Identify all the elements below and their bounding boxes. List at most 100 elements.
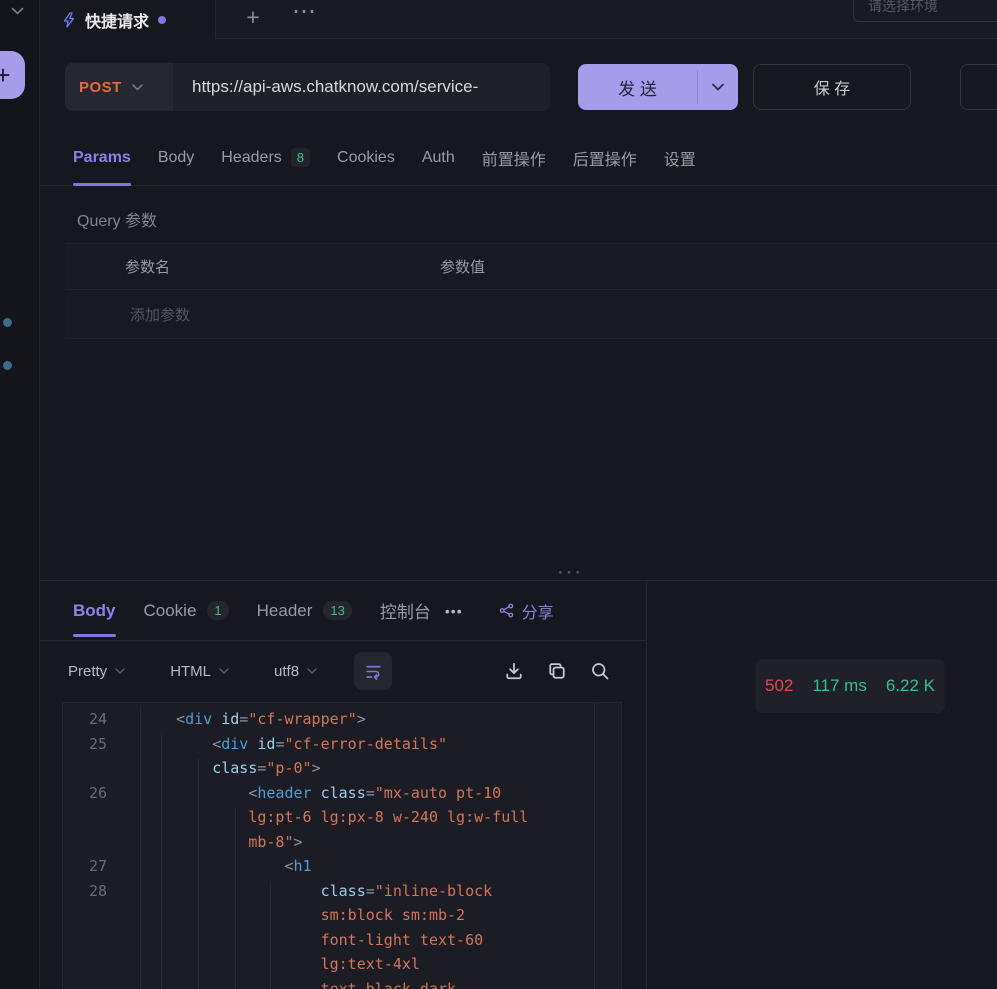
code-rows: 24 <div id="cf-wrapper">25 <div id="cf-e…: [63, 703, 621, 989]
method-label: POST: [79, 79, 122, 96]
code-text: class="p-0">: [141, 756, 321, 781]
code-text: <h1: [141, 854, 312, 879]
response-actions: [504, 661, 610, 681]
send-label: 发 送: [578, 64, 697, 110]
send-options-button[interactable]: [698, 64, 738, 110]
code-line: class="p-0">: [63, 756, 621, 781]
column-param-value: 参数值: [440, 256, 485, 277]
share-label: 分享: [522, 599, 554, 623]
share-button[interactable]: 分享: [499, 581, 554, 640]
encoding-dropdown[interactable]: utf8: [274, 663, 317, 680]
search-icon: [590, 661, 610, 681]
response-left-panel: Body Cookie1 Header 13 控制台 ••• 分享 Pretty HTML …: [40, 581, 646, 989]
save-button[interactable]: 保 存: [753, 64, 911, 110]
plus-icon: +: [0, 60, 11, 91]
response-area: Body Cookie1 Header 13 控制台 ••• 分享 Pretty HTML …: [40, 580, 997, 989]
tab-title: 快捷请求: [85, 8, 149, 32]
response-tab-Cookie[interactable]: Cookie1: [144, 581, 229, 640]
request-tab-Body[interactable]: Body: [158, 130, 194, 185]
share-icon: [499, 603, 514, 618]
count-badge: 1: [207, 601, 228, 620]
code-line: lg:text-4xl: [63, 952, 621, 977]
chevron-down-icon: [307, 668, 317, 674]
send-button[interactable]: 发 送: [578, 64, 738, 110]
code-text: lg:pt-6 lg:px-8 w-240 lg:w-full: [141, 805, 528, 830]
response-tab-Body[interactable]: Body: [73, 581, 116, 640]
tab-label: Headers: [221, 149, 281, 167]
environment-selector[interactable]: 请选择环境: [853, 0, 997, 22]
request-tab-后置操作[interactable]: 后置操作: [573, 130, 637, 185]
code-line: 25 <div id="cf-error-details": [63, 732, 621, 757]
query-section-title: Query 参数: [77, 207, 157, 231]
response-tabs-overflow-button[interactable]: •••: [445, 581, 463, 640]
tab-label: Body: [158, 149, 194, 167]
tab-label: 后置操作: [573, 146, 637, 170]
response-body-editor[interactable]: 24 <div id="cf-wrapper">25 <div id="cf-e…: [62, 702, 622, 989]
line-number: 27: [63, 854, 141, 879]
code-line: mb-8">: [63, 830, 621, 855]
collapse-chevron-icon[interactable]: [11, 7, 24, 15]
code-line: 24 <div id="cf-wrapper">: [63, 707, 621, 732]
download-button[interactable]: [504, 661, 524, 681]
response-tab-Header[interactable]: Header 13: [257, 581, 352, 640]
new-request-button[interactable]: +: [0, 51, 25, 99]
url-input[interactable]: https://api-aws.chatknow.com/service-: [173, 63, 550, 111]
request-url-group: POST https://api-aws.chatknow.com/servic…: [65, 63, 550, 111]
line-number: [63, 928, 141, 953]
request-tab-Auth[interactable]: Auth: [422, 130, 455, 185]
app-window: { "colors": { "accent_purple": "#8277e0"…: [0, 0, 997, 989]
tab-quick-request[interactable]: 快捷请求: [40, 0, 216, 39]
response-time: 117 ms: [812, 676, 867, 696]
code-line: font-light text-60: [63, 928, 621, 953]
code-text: <header class="mx-auto pt-10: [141, 781, 501, 806]
new-tab-button[interactable]: +: [238, 4, 268, 31]
encoding-label: utf8: [274, 663, 299, 680]
tab-label: Auth: [422, 149, 455, 167]
notification-dot: [3, 361, 12, 370]
request-tab-Headers[interactable]: Headers 8: [221, 130, 310, 185]
language-dropdown[interactable]: HTML: [170, 663, 229, 680]
save-as-button[interactable]: 保存为: [960, 64, 997, 110]
tab-label: 前置操作: [482, 146, 546, 170]
line-number: 24: [63, 707, 141, 732]
copy-button[interactable]: [547, 661, 567, 681]
left-rail: +: [0, 0, 40, 989]
search-button[interactable]: [590, 661, 610, 681]
language-label: HTML: [170, 663, 211, 680]
request-tab-Cookies[interactable]: Cookies: [337, 130, 395, 185]
lightning-icon: [61, 12, 76, 28]
code-text: mb-8">: [141, 830, 303, 855]
line-number: [63, 756, 141, 781]
format-dropdown[interactable]: Pretty: [68, 663, 125, 680]
request-tab-Params[interactable]: Params: [73, 130, 131, 185]
add-param-label: 添加参数: [130, 304, 190, 325]
column-param-name: 参数名: [65, 256, 440, 277]
tab-label: Header: [257, 601, 313, 621]
chevron-down-icon: [219, 668, 229, 674]
copy-icon: [547, 661, 567, 681]
request-tab-设置[interactable]: 设置: [664, 130, 696, 185]
method-dropdown[interactable]: POST: [65, 63, 173, 111]
response-status-pill: 502 117 ms 6.22 K: [755, 659, 945, 713]
add-param-row[interactable]: 添加参数: [65, 290, 997, 339]
tab-label: Params: [73, 149, 131, 167]
save-label: 保 存: [814, 75, 850, 99]
response-tab-控制台[interactable]: 控制台: [380, 581, 431, 640]
tab-overflow-button[interactable]: ⋯: [292, 0, 318, 26]
request-tabs: Params Body Headers 8 Cookies Auth 前置操作 后置操作 设置: [40, 130, 997, 186]
count-badge: 13: [323, 601, 351, 620]
query-params-table: 参数名 参数值 添加参数: [65, 243, 997, 339]
tab-label: 设置: [664, 146, 696, 170]
request-tab-前置操作[interactable]: 前置操作: [482, 130, 546, 185]
tab-label: Cookies: [337, 149, 395, 167]
word-wrap-toggle[interactable]: [354, 652, 392, 690]
line-number: [63, 952, 141, 977]
environment-placeholder: 请选择环境: [868, 0, 938, 16]
response-toolbar: Pretty HTML utf8: [40, 641, 646, 701]
line-number: [63, 830, 141, 855]
response-right-panel: 502 117 ms 6.22 K: [647, 581, 997, 989]
query-table-header: 参数名 参数值: [65, 243, 997, 290]
count-badge: 8: [291, 148, 310, 167]
code-text: class="inline-block: [141, 879, 492, 904]
line-number: 28: [63, 879, 141, 904]
